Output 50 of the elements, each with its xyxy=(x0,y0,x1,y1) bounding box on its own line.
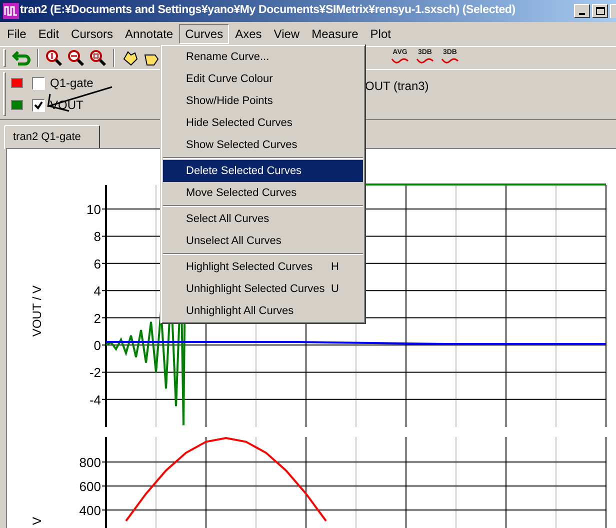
menu-item[interactable]: Curves xyxy=(179,24,230,44)
undo-arrow-icon[interactable] xyxy=(12,48,32,66)
menu-item[interactable]: Select All Curves xyxy=(163,208,363,230)
menu-item[interactable]: Unhighlight All Curves xyxy=(163,300,363,322)
menu-item[interactable]: Plot xyxy=(364,24,397,44)
menu-item[interactable]: Highlight Selected Curves H xyxy=(163,256,363,278)
menu-item[interactable]: Measure xyxy=(306,24,364,44)
wave-icon xyxy=(391,56,409,64)
tab[interactable]: tran2 Q1-gate xyxy=(4,125,100,149)
menu-item[interactable]: Show/Hide Points xyxy=(163,90,363,112)
wave-icon xyxy=(416,56,434,64)
menu-item[interactable]: File xyxy=(1,24,32,44)
menu-item[interactable]: Axes xyxy=(229,24,268,44)
menu-item[interactable]: Delete Selected Curves xyxy=(163,160,363,182)
axis-tick-label: 6 xyxy=(94,256,101,272)
axis-title: V xyxy=(30,517,44,525)
wave-icon xyxy=(441,56,459,64)
zoom-in-icon[interactable] xyxy=(44,48,64,66)
axis-title: VOUT / V xyxy=(30,285,44,337)
menu-item[interactable]: Unhighlight Selected Curves U xyxy=(163,278,363,300)
legend-label: OUT (tran3) xyxy=(365,78,429,95)
axis-tick-label: -4 xyxy=(89,392,101,408)
menu-item[interactable]: Move Selected Curves xyxy=(163,182,363,204)
menu-item[interactable]: Annotate xyxy=(119,24,180,44)
axis-tick-label: 2 xyxy=(94,310,101,326)
axis-tick-label: 0 xyxy=(94,338,101,353)
axis-tick-label: 600 xyxy=(79,479,101,494)
checkbox[interactable] xyxy=(32,98,45,112)
menu-item[interactable]: Unselect All Curves xyxy=(163,230,363,252)
maximize-button[interactable] xyxy=(592,4,608,18)
menu-item[interactable]: Edit xyxy=(32,24,66,44)
legend-label: Q1-gate xyxy=(50,75,94,92)
menu-item[interactable]: Rename Curve... xyxy=(163,46,363,68)
zoom-box-icon[interactable] xyxy=(88,48,108,66)
menu-item[interactable]: Hide Selected Curves xyxy=(163,112,363,134)
window-title: tran2 (E:¥Documents and Settings¥yano¥My Documents¥SIMetrix¥rensyu-1.sxsch) (Selected) xyxy=(20,3,516,18)
menu-item[interactable]: View xyxy=(268,24,306,44)
menu-item[interactable]: Cursors xyxy=(65,24,120,44)
minimize-button[interactable] xyxy=(574,4,590,18)
checkbox[interactable] xyxy=(32,76,45,90)
zoom-width-icon[interactable] xyxy=(66,48,86,66)
axis-tick-label: -2 xyxy=(89,365,101,380)
app-icon xyxy=(3,3,19,19)
axis-tick-label: 4 xyxy=(94,284,101,299)
axis-tick-label: 8 xyxy=(94,229,101,244)
axis-tick-label: 10 xyxy=(86,202,101,217)
menu-item[interactable]: Edit Curve Colour xyxy=(163,68,363,90)
axis-tick-label: 400 xyxy=(79,503,101,518)
axis-tick-label: 800 xyxy=(79,455,101,470)
menu-item[interactable]: Show Selected Curves xyxy=(163,134,363,156)
